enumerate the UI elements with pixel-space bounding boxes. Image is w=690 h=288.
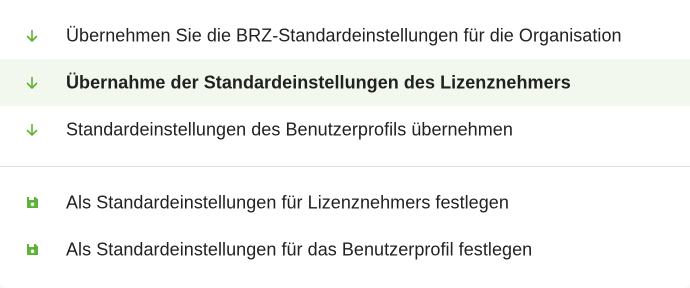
arrow-down-icon [24,122,40,138]
menu-item-apply-licensee-defaults[interactable]: Übernahme der Standardeinstellungen des … [0,59,690,106]
menu-item-apply-brz-defaults[interactable]: Übernehmen Sie die BRZ-Standardeinstellu… [0,12,690,59]
floppy-disk-icon [24,195,40,211]
floppy-disk-icon [24,242,40,258]
menu-item-apply-user-profile-defaults[interactable]: Standardeinstellungen des Benutzerprofil… [0,106,690,153]
arrow-down-icon [24,28,40,44]
default-settings-menu: Übernehmen Sie die BRZ-Standardeinstellu… [0,0,690,288]
menu-item-save-user-profile-defaults[interactable]: Als Standardeinstellungen für das Benutz… [0,226,690,273]
arrow-down-icon [24,75,40,91]
menu-item-save-licensee-defaults[interactable]: Als Standardeinstellungen für Lizenznehm… [0,179,690,226]
load-defaults-group: Übernehmen Sie die BRZ-Standardeinstellu… [0,0,690,153]
menu-item-label: Standardeinstellungen des Benutzerprofil… [66,119,513,139]
menu-item-label: Als Standardeinstellungen für Lizenznehm… [66,192,509,212]
menu-item-label: Übernahme der Standardeinstellungen des … [66,72,571,92]
save-defaults-group: Als Standardeinstellungen für Lizenznehm… [0,167,690,273]
menu-item-label: Als Standardeinstellungen für das Benutz… [66,239,533,259]
menu-item-label: Übernehmen Sie die BRZ-Standardeinstellu… [66,25,622,45]
